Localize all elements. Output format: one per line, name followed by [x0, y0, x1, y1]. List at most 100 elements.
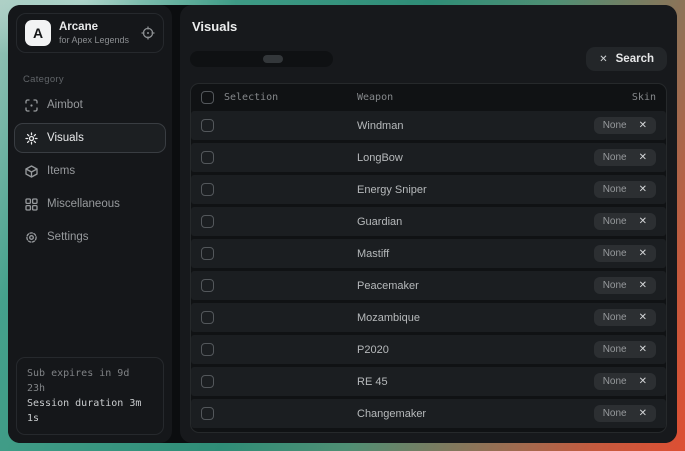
- tab[interactable]: [217, 55, 237, 63]
- row-selection-cell: [201, 183, 357, 196]
- weapon-name: Mastiff: [357, 248, 594, 260]
- session-duration-text: Session duration 3m 1s: [27, 396, 153, 426]
- target-icon[interactable]: [141, 26, 155, 40]
- skin-select[interactable]: None ✕: [594, 309, 656, 326]
- skin-table: Selection Weapon Skin Windman None ✕: [190, 83, 667, 433]
- skin-value: None: [603, 376, 627, 387]
- table-row[interactable]: Mastiff None ✕: [191, 239, 666, 268]
- row-checkbox[interactable]: [201, 119, 214, 132]
- eye-scan-icon: [24, 131, 38, 145]
- skin-value: None: [603, 120, 627, 131]
- row-checkbox[interactable]: [201, 247, 214, 260]
- select-all-checkbox[interactable]: [201, 91, 214, 104]
- row-checkbox[interactable]: [201, 279, 214, 292]
- skin-select[interactable]: None ✕: [594, 181, 656, 198]
- skin-value: None: [603, 312, 627, 323]
- row-checkbox[interactable]: [201, 375, 214, 388]
- sidebar-item-label: Settings: [47, 231, 89, 243]
- table-row[interactable]: Energy Sniper None ✕: [191, 175, 666, 204]
- weapon-name: Mozambique: [357, 312, 594, 324]
- skin-select[interactable]: None ✕: [594, 277, 656, 294]
- app-logo: A: [25, 20, 51, 46]
- sidebar-item-label: Aimbot: [47, 99, 83, 111]
- sidebar-item[interactable]: Settings: [14, 222, 166, 252]
- row-checkbox[interactable]: [201, 407, 214, 420]
- close-icon: ✕: [599, 54, 607, 65]
- app-subtitle: for Apex Legends: [59, 35, 129, 46]
- app-window: A Arcane for Apex Legends Category Aimbo…: [8, 5, 677, 443]
- sidebar-item-label: Visuals: [47, 132, 84, 144]
- skin-select[interactable]: None ✕: [594, 117, 656, 134]
- table-row[interactable]: Mozambique None ✕: [191, 303, 666, 332]
- weapon-name: LongBow: [357, 152, 594, 164]
- row-checkbox[interactable]: [201, 183, 214, 196]
- close-icon[interactable]: ✕: [639, 344, 647, 355]
- sidebar-item[interactable]: Aimbot: [14, 90, 166, 120]
- row-checkbox[interactable]: [201, 311, 214, 324]
- sidebar-item-label: Items: [47, 165, 75, 177]
- tab[interactable]: [263, 55, 283, 63]
- skin-select[interactable]: None ✕: [594, 149, 656, 166]
- row-selection-cell: [201, 375, 357, 388]
- sub-expiry-text: Sub expires in 9d 23h: [27, 366, 153, 396]
- row-selection-cell: [201, 311, 357, 324]
- skin-select[interactable]: None ✕: [594, 373, 656, 390]
- weapon-name: Energy Sniper: [357, 184, 594, 196]
- skin-value: None: [603, 280, 627, 291]
- row-checkbox[interactable]: [201, 343, 214, 356]
- weapon-name: Changemaker: [357, 408, 594, 420]
- selection-column-label: Selection: [224, 92, 278, 103]
- skin-select[interactable]: None ✕: [594, 405, 656, 422]
- skin-value: None: [603, 248, 627, 259]
- close-icon[interactable]: ✕: [639, 184, 647, 195]
- category-label: Category: [23, 74, 157, 85]
- row-selection-cell: [201, 247, 357, 260]
- row-checkbox[interactable]: [201, 215, 214, 228]
- tab[interactable]: [194, 55, 214, 63]
- brand-card: A Arcane for Apex Legends: [16, 13, 164, 53]
- gear-icon: [24, 230, 38, 244]
- skin-value: None: [603, 344, 627, 355]
- sidebar-item[interactable]: Visuals: [14, 123, 166, 153]
- table-row[interactable]: Peacemaker None ✕: [191, 271, 666, 300]
- close-icon[interactable]: ✕: [639, 120, 647, 131]
- close-icon[interactable]: ✕: [639, 280, 647, 291]
- tab[interactable]: [240, 55, 260, 63]
- close-icon[interactable]: ✕: [639, 408, 647, 419]
- main-panel: Visuals ✕ Search Selection Weapon Skin: [180, 5, 677, 443]
- close-icon[interactable]: ✕: [639, 248, 647, 259]
- row-checkbox[interactable]: [201, 151, 214, 164]
- selection-header-cell: Selection: [201, 91, 357, 104]
- table-header: Selection Weapon Skin: [191, 84, 666, 111]
- sidebar-item[interactable]: Miscellaneous: [14, 189, 166, 219]
- sidebar-item-label: Miscellaneous: [47, 198, 120, 210]
- table-row[interactable]: LongBow None ✕: [191, 143, 666, 172]
- search-button-label: Search: [616, 53, 654, 65]
- skin-select[interactable]: None ✕: [594, 341, 656, 358]
- box-icon: [24, 164, 38, 178]
- table-row[interactable]: P2020 None ✕: [191, 335, 666, 364]
- grid-icon: [24, 197, 38, 211]
- row-selection-cell: [201, 119, 357, 132]
- table-row[interactable]: Guardian None ✕: [191, 207, 666, 236]
- skin-select[interactable]: None ✕: [594, 245, 656, 262]
- sidebar-item[interactable]: Items: [14, 156, 166, 186]
- skin-value: None: [603, 184, 627, 195]
- skin-column-label: Skin: [632, 92, 656, 103]
- table-row[interactable]: Changemaker None ✕: [191, 399, 666, 428]
- close-icon[interactable]: ✕: [639, 152, 647, 163]
- skin-select[interactable]: None ✕: [594, 213, 656, 230]
- row-selection-cell: [201, 151, 357, 164]
- skin-value: None: [603, 216, 627, 227]
- tab-bar: [190, 51, 333, 67]
- sidebar: A Arcane for Apex Legends Category Aimbo…: [8, 5, 172, 443]
- close-icon[interactable]: ✕: [639, 376, 647, 387]
- close-icon[interactable]: ✕: [639, 312, 647, 323]
- app-name: Arcane: [59, 20, 129, 34]
- tab[interactable]: [286, 55, 306, 63]
- close-icon[interactable]: ✕: [639, 216, 647, 227]
- table-row[interactable]: RE 45 None ✕: [191, 367, 666, 396]
- tab[interactable]: [309, 55, 329, 63]
- table-row[interactable]: Windman None ✕: [191, 111, 666, 140]
- search-button[interactable]: ✕ Search: [586, 47, 667, 71]
